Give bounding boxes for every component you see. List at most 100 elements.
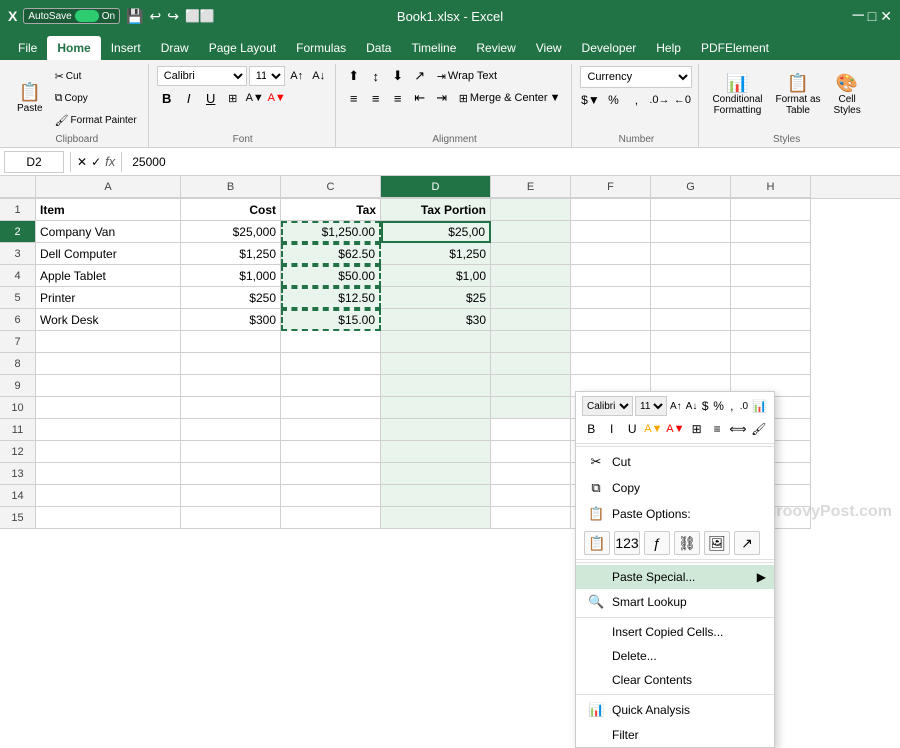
cell-D11[interactable] (381, 419, 491, 441)
cell-D9[interactable] (381, 375, 491, 397)
row-header-15[interactable]: 15 (0, 507, 36, 529)
tab-timeline[interactable]: Timeline (401, 36, 466, 60)
cell-B6[interactable]: $300 (181, 309, 281, 331)
cell-E4[interactable] (491, 265, 571, 287)
format-as-table-button[interactable]: 📋 Format asTable (771, 66, 826, 124)
wrap-text-button[interactable]: ⇥ Wrap Text (432, 67, 502, 85)
cancel-formula-icon[interactable]: ✕ (77, 155, 87, 169)
maximize-icon[interactable]: □ (868, 8, 876, 24)
cell-H1[interactable] (731, 199, 811, 221)
row-header-9[interactable]: 9 (0, 375, 36, 397)
font-size-select[interactable]: 11 (249, 66, 285, 86)
paste-icon-5[interactable]: 🖼 (704, 531, 730, 555)
font-family-select[interactable]: Calibri (157, 66, 247, 86)
row-header-3[interactable]: 3 (0, 243, 36, 265)
ctx-italic-button[interactable]: I (602, 419, 620, 439)
ctx-bold-button[interactable]: B (582, 419, 600, 439)
cell-B14[interactable] (181, 485, 281, 507)
cell-F7[interactable] (571, 331, 651, 353)
ctx-dollar-icon[interactable]: $ (700, 396, 710, 416)
decrease-indent-button[interactable]: ⇤ (410, 88, 430, 108)
cell-D4[interactable]: $1,00 (381, 265, 491, 287)
row-header-7[interactable]: 7 (0, 331, 36, 353)
cell-D2[interactable]: $25,00 (381, 221, 491, 243)
ctx-borders-button[interactable]: ⊞ (687, 419, 705, 439)
ctx-align2-button[interactable]: ⟺ (728, 419, 747, 439)
cell-D14[interactable] (381, 485, 491, 507)
cell-A15[interactable] (36, 507, 181, 529)
cell-F4[interactable] (571, 265, 651, 287)
copy-button[interactable]: ⧉Copy (50, 88, 142, 108)
decrease-font-icon[interactable]: A↓ (309, 66, 329, 86)
cell-H2[interactable] (731, 221, 811, 243)
bold-button[interactable]: B (157, 88, 177, 108)
cell-H6[interactable] (731, 309, 811, 331)
cell-G1[interactable] (651, 199, 731, 221)
paste-icon-6[interactable]: ↗ (734, 531, 760, 555)
cell-C9[interactable] (281, 375, 381, 397)
cell-H5[interactable] (731, 287, 811, 309)
minimize-icon[interactable]: ─ (852, 7, 863, 25)
row-header-12[interactable]: 12 (0, 441, 36, 463)
ctx-insert-copied-item[interactable]: Insert Copied Cells... (576, 620, 774, 644)
cell-F1[interactable] (571, 199, 651, 221)
conditional-formatting-button[interactable]: 📊 ConditionalFormatting (707, 66, 767, 124)
cell-G4[interactable] (651, 265, 731, 287)
autosave-badge[interactable]: AutoSave On (23, 8, 120, 24)
row-header-5[interactable]: 5 (0, 287, 36, 309)
ctx-smart-lookup-item[interactable]: 🔍 Smart Lookup (576, 589, 774, 615)
cell-H3[interactable] (731, 243, 811, 265)
row-header-14[interactable]: 14 (0, 485, 36, 507)
cut-button[interactable]: ✂Cut (50, 66, 142, 86)
fill-color-button[interactable]: A▼ (245, 88, 265, 108)
cell-E8[interactable] (491, 353, 571, 375)
paste-button[interactable]: 📋 Paste (12, 69, 48, 127)
ctx-chart-icon[interactable]: 📊 (751, 396, 768, 416)
cell-E14[interactable] (491, 485, 571, 507)
cell-B13[interactable] (181, 463, 281, 485)
paste-icon-2[interactable]: 123 (614, 531, 640, 555)
underline-button[interactable]: U (201, 88, 221, 108)
cell-B3[interactable]: $1,250 (181, 243, 281, 265)
cell-F8[interactable] (571, 353, 651, 375)
close-icon[interactable]: ✕ (880, 8, 892, 25)
cell-G5[interactable] (651, 287, 731, 309)
cell-E15[interactable] (491, 507, 571, 529)
row-header-8[interactable]: 8 (0, 353, 36, 375)
ctx-size-select[interactable]: 11 (635, 396, 667, 416)
align-center-button[interactable]: ≡ (366, 88, 386, 108)
autosave-toggle[interactable] (75, 10, 99, 22)
cell-E5[interactable] (491, 287, 571, 309)
row-header-1[interactable]: 1 (0, 199, 36, 221)
cell-C15[interactable] (281, 507, 381, 529)
cell-D12[interactable] (381, 441, 491, 463)
cell-B10[interactable] (181, 397, 281, 419)
ctx-comma-icon[interactable]: , (727, 396, 737, 416)
row-header-13[interactable]: 13 (0, 463, 36, 485)
align-right-button[interactable]: ≡ (388, 88, 408, 108)
cell-E2[interactable] (491, 221, 571, 243)
cell-A7[interactable] (36, 331, 181, 353)
cell-A5[interactable]: Printer (36, 287, 181, 309)
col-header-F[interactable]: F (571, 176, 651, 198)
cell-G8[interactable] (651, 353, 731, 375)
cell-A12[interactable] (36, 441, 181, 463)
cell-A4[interactable]: Apple Tablet (36, 265, 181, 287)
col-header-E[interactable]: E (491, 176, 571, 198)
cell-B12[interactable] (181, 441, 281, 463)
ctx-dec-font-icon[interactable]: A↓ (685, 396, 699, 416)
col-header-H[interactable]: H (731, 176, 811, 198)
cell-F2[interactable] (571, 221, 651, 243)
cell-A14[interactable] (36, 485, 181, 507)
comma-button[interactable]: , (626, 90, 646, 110)
paste-icon-3[interactable]: ƒ (644, 531, 670, 555)
col-header-G[interactable]: G (651, 176, 731, 198)
cell-B8[interactable] (181, 353, 281, 375)
merge-center-arrow[interactable]: ▼ (550, 92, 561, 104)
ctx-fill-color-button[interactable]: A▼ (643, 419, 663, 439)
ctx-cut-item[interactable]: ✂ Cut (576, 449, 774, 475)
italic-button[interactable]: I (179, 88, 199, 108)
cell-B15[interactable] (181, 507, 281, 529)
cell-C5[interactable]: $12.50 (281, 287, 381, 309)
cell-C13[interactable] (281, 463, 381, 485)
